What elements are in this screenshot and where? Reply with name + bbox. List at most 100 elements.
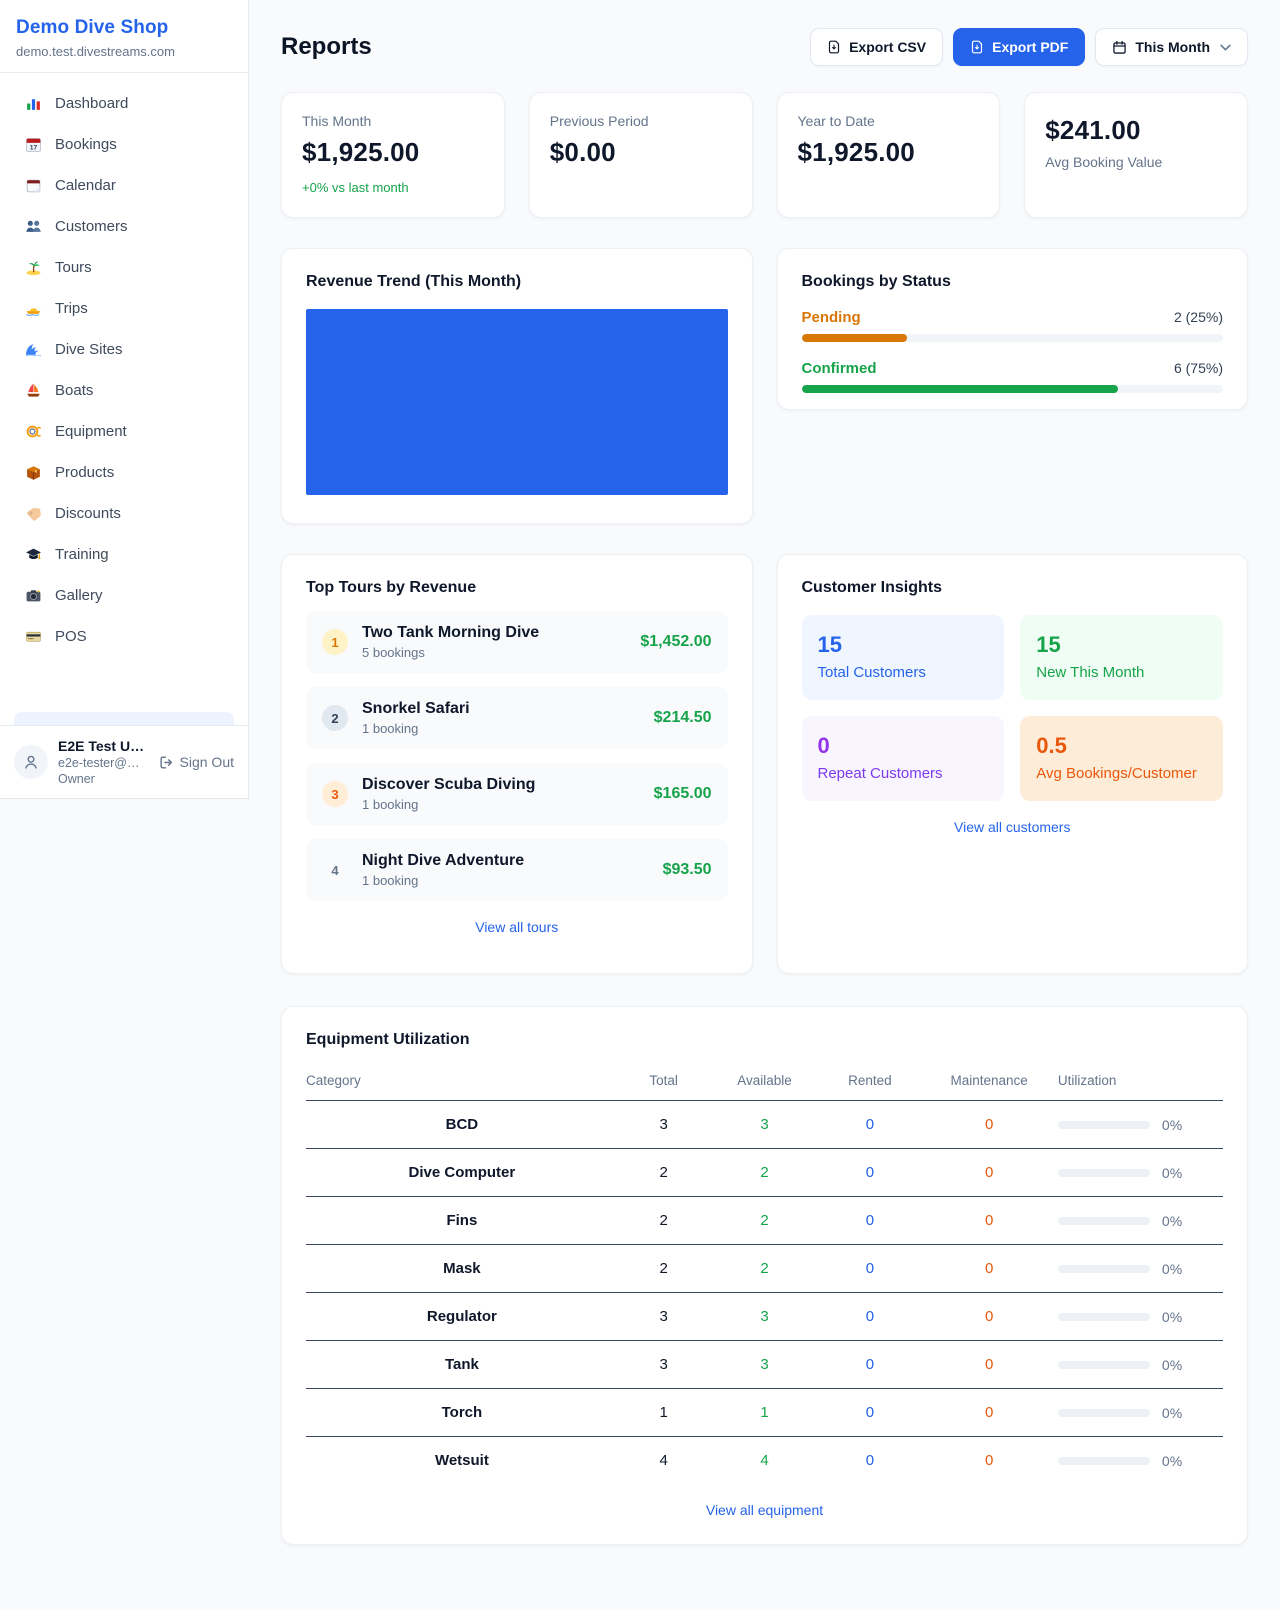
cell-category: BCD (306, 1101, 618, 1149)
progress-track (802, 334, 1224, 342)
tear-calendar-icon (24, 176, 42, 194)
sidebar-item-customers[interactable]: Customers (14, 208, 234, 244)
period-dropdown[interactable]: This Month (1095, 28, 1248, 66)
tile-value: 15 (818, 632, 989, 658)
table-row: Torch 1 1 0 0 0% (306, 1389, 1223, 1437)
sidebar-item-label: POS (55, 628, 87, 645)
view-all-equipment-link[interactable]: View all equipment (306, 1502, 1223, 1518)
brand-domain: demo.test.divestreams.com (16, 44, 232, 59)
sidebar-item-dive-sites[interactable]: Dive Sites (14, 331, 234, 367)
logout-icon (159, 755, 174, 770)
cell-category: Fins (306, 1197, 618, 1245)
utilization-pct: 0% (1162, 1357, 1182, 1373)
utilization-track (1058, 1313, 1150, 1321)
stat-card-this-month: This Month $1,925.00 +0% vs last month (281, 92, 505, 218)
sidebar-item-training[interactable]: Training (14, 536, 234, 572)
cell-maintenance: 0 (920, 1149, 1058, 1197)
charts-row: Revenue Trend (This Month) Bookings by S… (281, 248, 1248, 524)
sidebar-item-calendar[interactable]: Calendar (14, 167, 234, 203)
utilization-pct: 0% (1162, 1213, 1182, 1229)
sidebar-item-discounts[interactable]: Discounts (14, 495, 234, 531)
sidebar-item-label: Discounts (55, 505, 121, 522)
cell-rented: 0 (820, 1437, 921, 1485)
sidebar-item-trips[interactable]: Trips (14, 290, 234, 326)
cell-available: 1 (709, 1389, 819, 1437)
avatar (14, 745, 48, 779)
tour-bookings: 1 booking (362, 721, 640, 736)
cell-total: 3 (618, 1293, 710, 1341)
sidebar-item-bookings[interactable]: 17 Bookings (14, 126, 234, 162)
sidebar-item-label: Calendar (55, 177, 116, 194)
utilization-track (1058, 1409, 1150, 1417)
bar-chart-icon (24, 94, 42, 112)
cell-maintenance: 0 (920, 1437, 1058, 1485)
tour-row: 1 Two Tank Morning Dive 5 bookings $1,45… (306, 611, 728, 673)
panel-title: Top Tours by Revenue (306, 579, 728, 597)
sailboat-icon (24, 381, 42, 399)
brand[interactable]: Demo Dive Shop demo.test.divestreams.com (0, 0, 248, 72)
tour-revenue: $93.50 (663, 861, 712, 879)
sidebar: Demo Dive Shop demo.test.divestreams.com… (0, 0, 249, 799)
user-footer: E2E Test U… e2e-tester@… Owner Sign Out (0, 725, 248, 798)
tile-label: Avg Bookings/Customer (1036, 765, 1207, 782)
cell-rented: 0 (820, 1245, 921, 1293)
cell-total: 2 (618, 1149, 710, 1197)
sidebar-item-pos[interactable]: POS (14, 618, 234, 654)
package-icon (24, 463, 42, 481)
speedboat-icon (24, 299, 42, 317)
table-row: Mask 2 2 0 0 0% (306, 1245, 1223, 1293)
sign-out-button[interactable]: Sign Out (159, 754, 234, 770)
utilization-pct: 0% (1162, 1453, 1182, 1469)
sidebar-item-label: Bookings (55, 136, 117, 153)
cell-maintenance: 0 (920, 1101, 1058, 1149)
sidebar-item-label: Products (55, 464, 114, 481)
sidebar-item-equipment[interactable]: Equipment (14, 413, 234, 449)
stat-value: $1,925.00 (302, 137, 484, 168)
tour-row: 4 Night Dive Adventure 1 booking $93.50 (306, 839, 728, 901)
sidebar-item-reports-active-partial[interactable] (14, 712, 234, 725)
camera-icon (24, 586, 42, 604)
cell-available: 3 (709, 1101, 819, 1149)
revenue-trend-bar (306, 309, 728, 495)
export-csv-button[interactable]: Export CSV (810, 28, 943, 66)
user-name: E2E Test U… (58, 738, 144, 754)
sidebar-item-tours[interactable]: Tours (14, 249, 234, 285)
top-tours-panel: Top Tours by Revenue 1 Two Tank Morning … (281, 554, 753, 974)
panel-title: Revenue Trend (This Month) (306, 273, 728, 291)
user-role: Owner (58, 772, 144, 786)
dive-mask-icon (24, 422, 42, 440)
brand-name[interactable]: Demo Dive Shop (16, 17, 232, 39)
period-label: This Month (1135, 39, 1210, 55)
export-pdf-button[interactable]: Export PDF (953, 28, 1085, 66)
tour-revenue: $1,452.00 (640, 633, 711, 651)
status-label: Confirmed (802, 360, 877, 377)
file-download-icon (970, 40, 984, 54)
tour-row: 2 Snorkel Safari 1 booking $214.50 (306, 687, 728, 749)
rank-badge: 4 (322, 857, 348, 883)
cell-maintenance: 0 (920, 1341, 1058, 1389)
cell-available: 2 (709, 1197, 819, 1245)
tour-bookings: 1 booking (362, 797, 640, 812)
view-all-tours-link[interactable]: View all tours (306, 919, 728, 935)
utilization-track (1058, 1361, 1150, 1369)
stat-label: This Month (302, 113, 484, 129)
stat-delta: +0% vs last month (302, 180, 484, 195)
cell-category: Mask (306, 1245, 618, 1293)
cell-maintenance: 0 (920, 1197, 1058, 1245)
graduation-cap-icon (24, 545, 42, 563)
sidebar-item-label: Equipment (55, 423, 127, 440)
cell-total: 1 (618, 1389, 710, 1437)
cell-total: 2 (618, 1197, 710, 1245)
tile-avg-bookings-customer: 0.5 Avg Bookings/Customer (1020, 716, 1223, 801)
sidebar-item-products[interactable]: Products (14, 454, 234, 490)
sidebar-item-dashboard[interactable]: Dashboard (14, 85, 234, 121)
view-all-customers-link[interactable]: View all customers (802, 819, 1224, 835)
sidebar-item-label: Tours (55, 259, 92, 276)
stat-label: Year to Date (798, 113, 980, 129)
sidebar-item-boats[interactable]: Boats (14, 372, 234, 408)
cell-category: Dive Computer (306, 1149, 618, 1197)
sidebar-item-gallery[interactable]: Gallery (14, 577, 234, 613)
status-count: 2 (25%) (1174, 309, 1223, 325)
sign-out-label: Sign Out (180, 754, 234, 770)
cell-available: 4 (709, 1437, 819, 1485)
